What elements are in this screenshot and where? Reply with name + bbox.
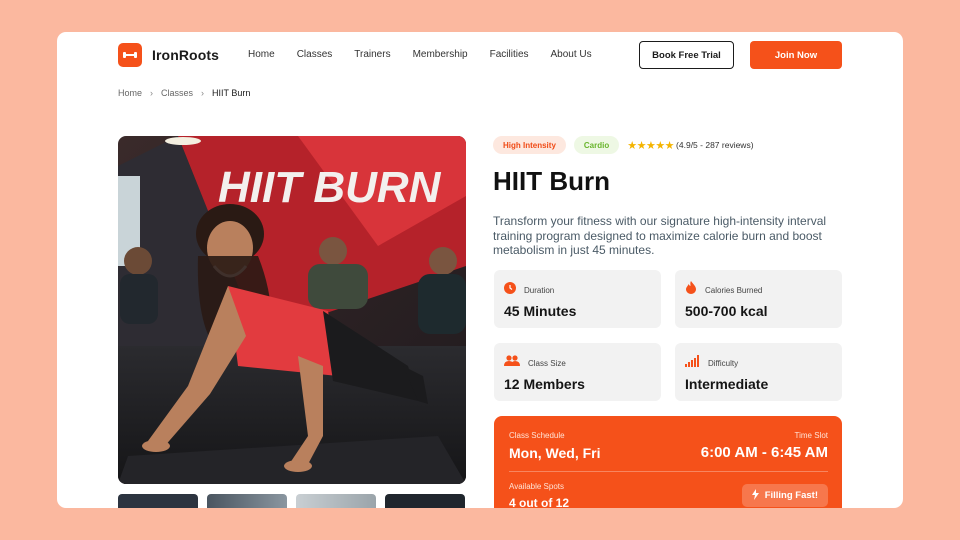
class-title: HIIT Burn [493, 166, 610, 196]
nav-item-home[interactable]: Home [248, 49, 275, 60]
gallery-thumbnails [118, 494, 465, 508]
time-slot: 6:00 AM - 6:45 AM [700, 444, 828, 461]
stat-label: Duration [524, 285, 555, 295]
book-free-trial-button[interactable]: Book Free Trial [639, 41, 734, 69]
signal-bars-icon [685, 354, 700, 372]
breadcrumb-home[interactable]: Home [118, 88, 142, 98]
stat-value: Intermediate [685, 376, 769, 392]
gallery-thumbnail[interactable] [296, 494, 376, 508]
chevron-right-icon: › [150, 88, 154, 98]
flame-icon [685, 281, 697, 299]
time-slot-label: Time Slot [794, 431, 829, 440]
breadcrumb: Home › Classes › HIIT Burn [118, 88, 250, 98]
brand-name: IronRoots [152, 47, 220, 63]
gallery-thumbnail[interactable] [207, 494, 287, 508]
available-spots-label: Available Spots [509, 482, 564, 491]
breadcrumb-current: HIIT Burn [212, 88, 251, 98]
rating: ★★★★★ (4.9/5 - 287 reviews) [627, 139, 753, 152]
nav-item-trainers[interactable]: Trainers [354, 49, 390, 60]
class-description: Transform your fitness with our signatur… [493, 214, 827, 257]
tag-high-intensity: High Intensity [493, 136, 566, 154]
join-now-button[interactable]: Join Now [750, 41, 842, 69]
stat-label: Calories Burned [705, 285, 763, 295]
clock-icon [504, 281, 516, 299]
users-icon [504, 354, 520, 372]
gallery-thumbnail[interactable] [385, 494, 465, 508]
nav-item-classes[interactable]: Classes [297, 49, 333, 60]
page-card: IronRoots Home Classes Trainers Membersh… [57, 32, 903, 508]
stat-value: 45 Minutes [504, 303, 577, 319]
nav-item-facilities[interactable]: Facilities [490, 49, 529, 60]
nav-item-about[interactable]: About Us [551, 49, 592, 60]
lightning-icon [751, 488, 759, 503]
hero-sign-text: HIIT BURN [218, 163, 442, 212]
dumbbell-icon [118, 43, 142, 67]
filling-fast-badge: Filling Fast! [741, 484, 828, 507]
stat-label: Difficulty [708, 358, 739, 368]
schedule-days: Mon, Wed, Fri [509, 445, 601, 461]
tag-cardio: Cardio [573, 136, 620, 154]
class-hero-image[interactable]: HIIT BURN [118, 136, 466, 484]
logo[interactable]: IronRoots [118, 43, 219, 67]
stat-card-class-size: Class Size 12 Members [494, 343, 661, 401]
filling-fast-text: Filling Fast! [764, 490, 818, 501]
rating-text: (4.9/5 - 287 reviews) [676, 140, 754, 150]
breadcrumb-classes[interactable]: Classes [161, 88, 193, 98]
class-tags: High Intensity Cardio ★★★★★ (4.9/5 - 287… [493, 136, 754, 154]
stat-label: Class Size [528, 358, 566, 368]
main-nav: Home Classes Trainers Membership Facilit… [248, 49, 614, 60]
available-spots: 4 out of 12 [509, 496, 570, 508]
class-schedule-card: Class Schedule Mon, Wed, Fri Time Slot 6… [494, 416, 842, 508]
stat-card-calories: Calories Burned 500-700 kcal [675, 270, 842, 328]
stat-card-difficulty: Difficulty Intermediate [675, 343, 842, 401]
star-rating-icon: ★★★★★ [627, 139, 675, 152]
schedule-label: Class Schedule [509, 431, 565, 440]
chevron-right-icon: › [201, 88, 205, 98]
stat-value: 12 Members [504, 376, 585, 392]
stat-value: 500-700 kcal [685, 303, 768, 319]
gallery-thumbnail[interactable] [118, 494, 198, 508]
stat-card-duration: Duration 45 Minutes [494, 270, 661, 328]
divider [509, 471, 828, 472]
nav-item-membership[interactable]: Membership [413, 49, 468, 60]
